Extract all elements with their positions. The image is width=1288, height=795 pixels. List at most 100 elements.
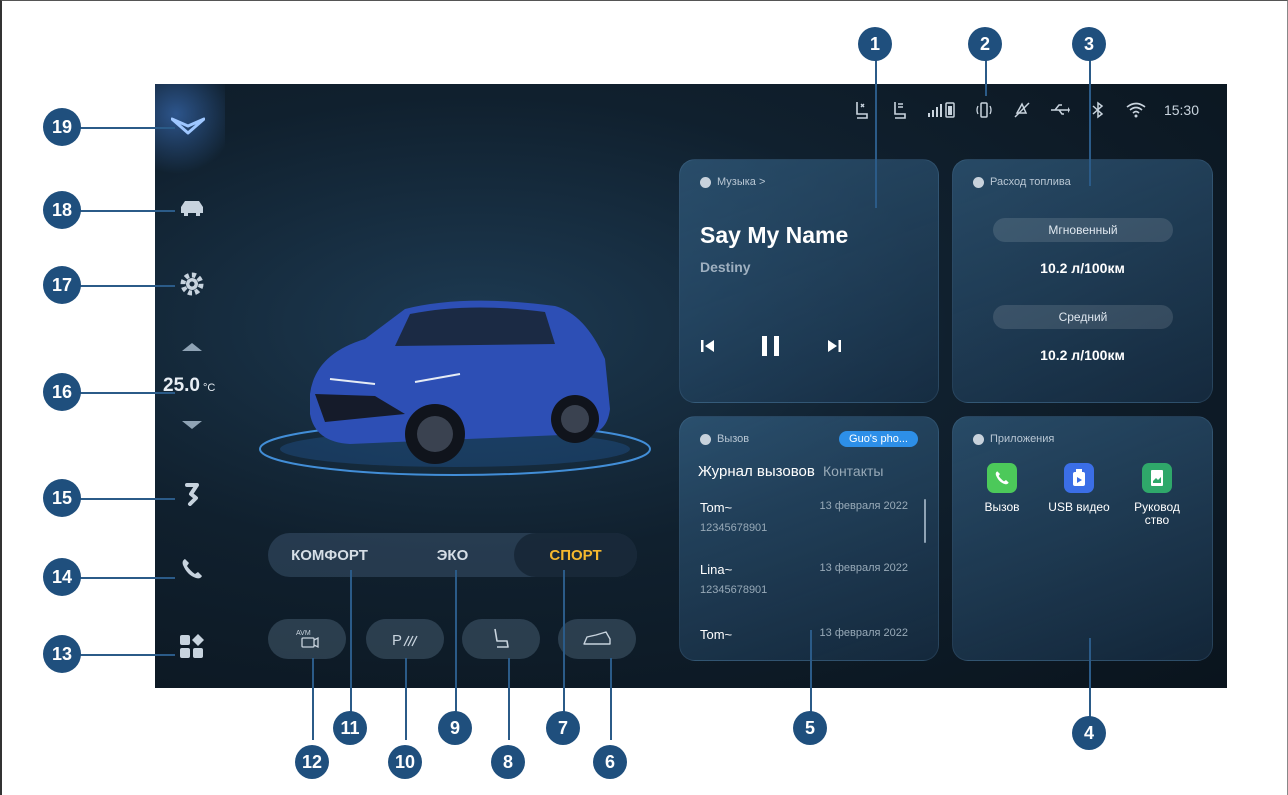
svg-text:P: P <box>392 632 402 649</box>
music-header[interactable]: Музыка > <box>700 176 765 188</box>
callout-line <box>80 577 175 579</box>
call-icon <box>700 433 711 445</box>
calls-card[interactable]: Вызов Guo's pho... Журнал вызовов Контак… <box>679 416 939 661</box>
callout-line <box>80 210 175 212</box>
average-consumption-value: 10.2 л/100км <box>1040 347 1125 363</box>
temperature-down-icon[interactable] <box>177 418 207 432</box>
device-badge[interactable]: Guo's pho... <box>839 431 918 447</box>
callout-11: 11 <box>333 711 367 745</box>
callout-line <box>405 658 407 740</box>
drive-mode-comfort[interactable]: КОМФОРТ <box>268 533 391 577</box>
fuel-header: Расход топлива <box>973 176 1071 188</box>
drive-mode-selector: КОМФОРТ ЭКО СПОРТ <box>268 533 637 577</box>
signal-battery-icon <box>927 100 956 120</box>
callout-7: 7 <box>546 711 580 745</box>
avm-camera-button[interactable]: AVM <box>268 619 346 659</box>
avm-label: AVM <box>296 630 311 637</box>
seat-vent-icon[interactable] <box>890 100 910 120</box>
callout-2: 2 <box>968 27 1002 61</box>
parking-sensor-button[interactable]: P <box>366 619 444 659</box>
seat-adjust-button[interactable] <box>462 619 540 659</box>
temperature-unit: °C <box>202 382 216 394</box>
music-icon <box>700 176 711 188</box>
callout-line <box>810 630 812 714</box>
callout-line <box>80 392 175 394</box>
app-call[interactable]: Вызов <box>971 463 1033 514</box>
callout-line <box>563 570 565 714</box>
fuel-header-label: Расход топлива <box>990 176 1071 188</box>
callout-line <box>875 58 877 208</box>
vibrate-icon <box>974 100 994 120</box>
brand-logo-icon[interactable] <box>170 114 206 138</box>
music-card[interactable]: Музыка > Say My Name Destiny <box>679 159 939 403</box>
callout-15: 15 <box>43 479 81 517</box>
phone-icon[interactable] <box>177 554 207 584</box>
callout-6: 6 <box>593 745 627 779</box>
song-title: Say My Name <box>700 222 849 248</box>
temperature-up-icon[interactable] <box>177 340 207 354</box>
call-entry[interactable]: Lina~ 13 февраля 2022 12345678901 <box>700 562 918 596</box>
callout-line <box>1089 58 1091 186</box>
car-icon[interactable] <box>177 196 207 218</box>
call-date: 13 февраля 2022 <box>819 500 908 512</box>
status-bar: 15:30 <box>852 100 1199 120</box>
average-consumption-label: Средний <box>993 305 1173 329</box>
infotainment-screen: 25.0 °C 15:30 КОМФОРТ ЭКО СПОРТ AVM P Му… <box>155 84 1227 688</box>
callout-line <box>455 570 457 714</box>
call-date: 13 февраля 2022 <box>819 627 908 639</box>
callout-line <box>80 498 175 500</box>
app-manual[interactable]: Руковод ство <box>1126 463 1188 527</box>
call-number: 12345678901 <box>700 522 768 534</box>
callout-12: 12 <box>295 745 329 779</box>
app-label: Руковод ство <box>1134 500 1180 527</box>
callout-line <box>985 58 987 96</box>
fuel-consumption-card[interactable]: Расход топлива Мгновенный 10.2 л/100км С… <box>952 159 1213 403</box>
callout-19: 19 <box>43 108 81 146</box>
callout-8: 8 <box>491 745 525 779</box>
apps-grid-icon[interactable] <box>177 632 207 662</box>
phone-app-icon <box>987 463 1017 493</box>
callout-line <box>80 654 175 656</box>
call-entry[interactable]: Tom~ 13 февраля 2022 <box>700 627 918 642</box>
previous-track-icon[interactable] <box>700 338 716 359</box>
vehicle-image[interactable] <box>255 284 655 484</box>
drive-mode-eco[interactable]: ЭКО <box>391 533 514 577</box>
app-label: Вызов <box>984 500 1020 514</box>
fan-icon[interactable] <box>177 479 207 509</box>
call-number: 12345678901 <box>700 584 768 596</box>
apps-header: Приложения <box>973 433 1054 445</box>
callout-line <box>312 658 314 740</box>
callout-4: 4 <box>1072 716 1106 750</box>
call-entry[interactable]: Tom~ 13 февраля 2022 12345678901 <box>700 500 918 534</box>
callout-1: 1 <box>858 27 892 61</box>
callout-16: 16 <box>43 373 81 411</box>
call-tabs: Журнал вызовов Контакты <box>698 463 883 480</box>
manual-book-icon <box>1142 463 1172 493</box>
drive-mode-sport[interactable]: СПОРТ <box>514 533 637 577</box>
usb-video-icon <box>1064 463 1094 493</box>
app-usb-video[interactable]: USB видео <box>1048 463 1110 514</box>
callout-line <box>80 127 175 129</box>
callout-3: 3 <box>1072 27 1106 61</box>
calls-header: Вызов <box>700 433 749 445</box>
callout-line <box>1089 638 1091 718</box>
seat-heat-icon[interactable] <box>852 100 872 120</box>
callout-5: 5 <box>793 711 827 745</box>
apps-card[interactable]: Приложения Вызов USB видео Руковод ство <box>952 416 1213 661</box>
clock: 15:30 <box>1163 102 1199 118</box>
callout-line <box>350 570 352 714</box>
call-list-scrollbar[interactable] <box>924 499 926 543</box>
tab-contacts[interactable]: Контакты <box>823 463 883 479</box>
trunk-button[interactable] <box>558 619 636 659</box>
apps-header-label: Приложения <box>990 433 1055 445</box>
wifi-icon <box>1126 100 1146 120</box>
callout-line <box>80 285 175 287</box>
callout-9: 9 <box>438 711 472 745</box>
callout-17: 17 <box>43 266 81 304</box>
settings-gear-icon[interactable] <box>177 269 207 299</box>
pause-icon[interactable] <box>760 334 782 363</box>
next-track-icon[interactable] <box>826 338 842 359</box>
instant-consumption-value: 10.2 л/100км <box>1040 260 1125 276</box>
tab-call-log[interactable]: Журнал вызовов <box>698 463 815 480</box>
mute-icon <box>1012 100 1032 120</box>
